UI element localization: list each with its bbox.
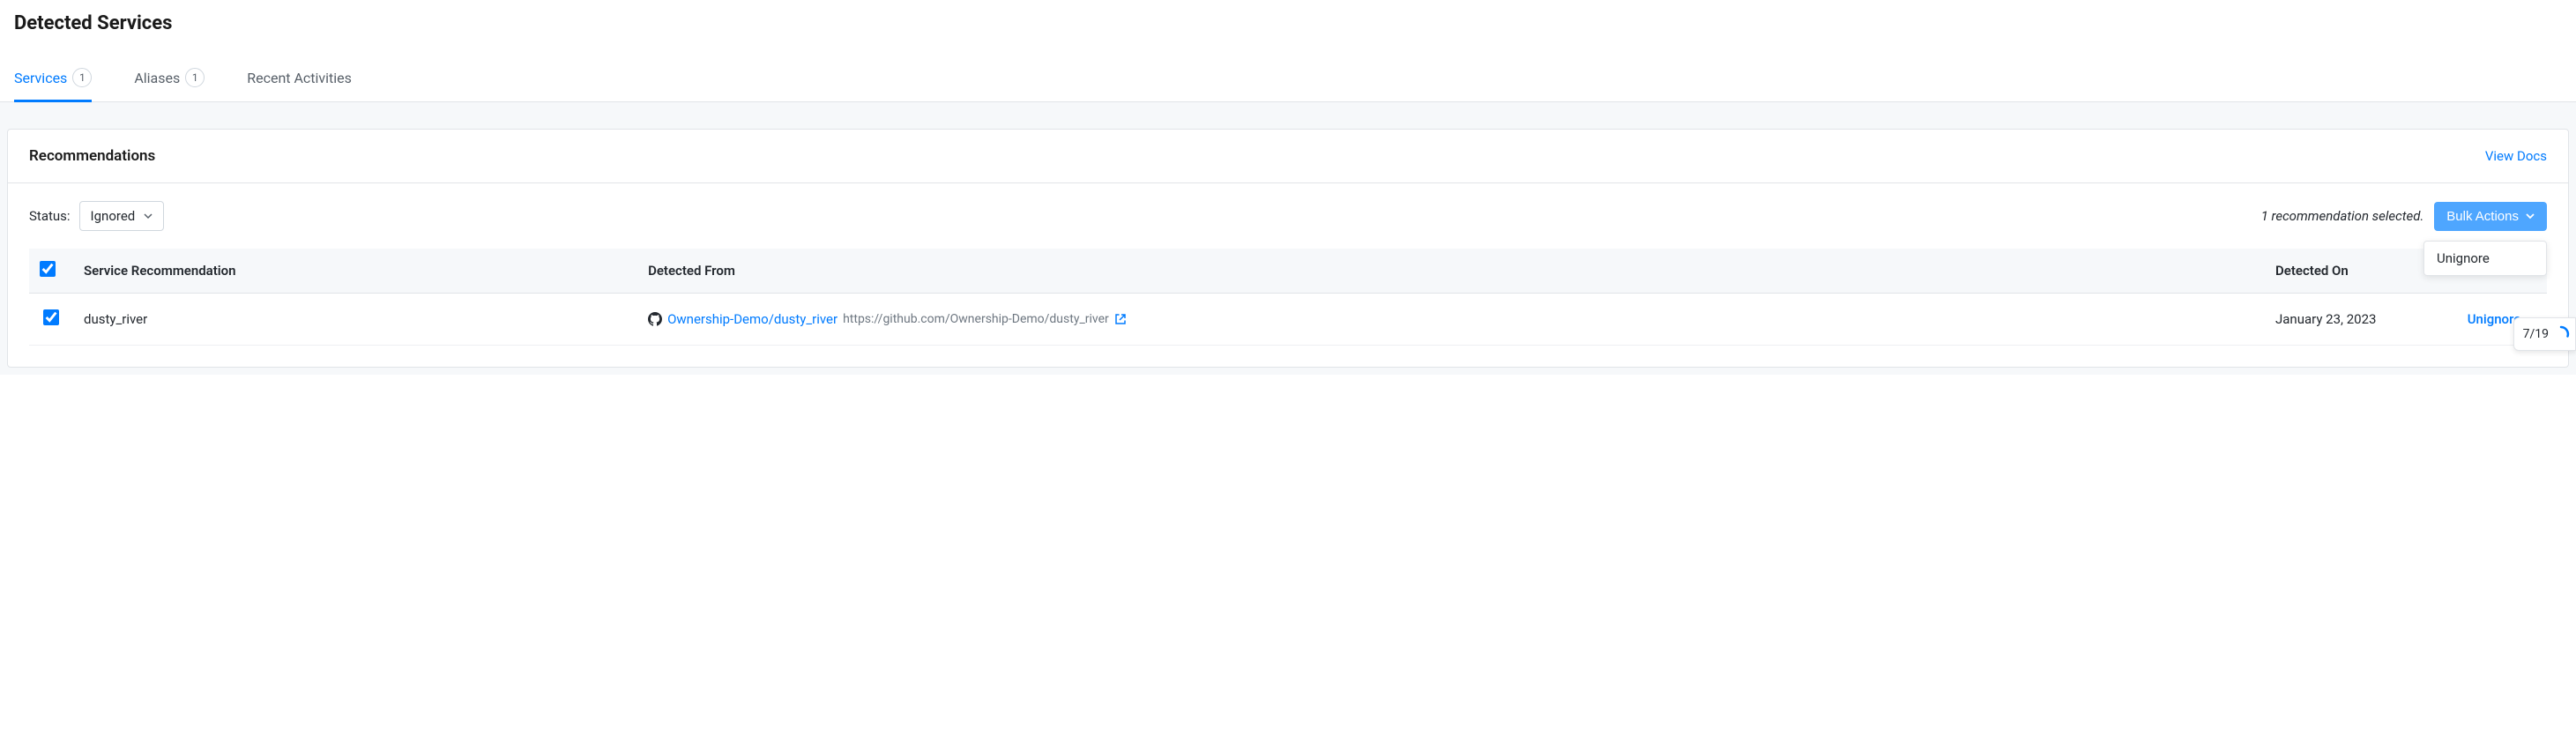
row-detected-on: January 23, 2023 xyxy=(2265,294,2441,346)
spinner-icon xyxy=(2552,325,2570,343)
header-detected-from: Detected From xyxy=(637,249,2265,294)
header-checkbox-cell xyxy=(29,249,73,294)
tab-recent-label: Recent Activities xyxy=(247,70,352,86)
chevron-down-icon xyxy=(2526,212,2535,220)
status-value: Ignored xyxy=(91,208,136,224)
tab-services-count: 1 xyxy=(72,68,92,87)
table-wrap: Service Recommendation Detected From Det… xyxy=(8,249,2568,367)
selection-count-text: 1 recommendation selected. xyxy=(2261,208,2424,224)
bulk-actions-label: Bulk Actions xyxy=(2446,209,2519,224)
status-label: Status: xyxy=(29,208,71,224)
status-filter: Status: Ignored xyxy=(29,201,164,231)
tab-aliases[interactable]: Aliases 1 xyxy=(134,56,205,102)
table-row: dusty_river Ownership-Demo/dusty_river h… xyxy=(29,294,2547,346)
repo-link[interactable]: Ownership-Demo/dusty_river xyxy=(667,311,838,327)
table-header-row: Service Recommendation Detected From Det… xyxy=(29,249,2547,294)
tab-services[interactable]: Services 1 xyxy=(14,56,92,102)
page-title: Detected Services xyxy=(14,12,2562,34)
header-service: Service Recommendation xyxy=(73,249,637,294)
panel-controls: Status: Ignored 1 recommendation selecte… xyxy=(8,183,2568,249)
bulk-actions-menu: Unignore xyxy=(2423,241,2547,276)
bulk-action-unignore[interactable]: Unignore xyxy=(2424,242,2546,275)
panel-header: Recommendations View Docs xyxy=(8,130,2568,183)
chevron-down-icon xyxy=(144,212,153,220)
bulk-actions-button[interactable]: Bulk Actions xyxy=(2434,202,2547,231)
row-detected-from: Ownership-Demo/dusty_river https://githu… xyxy=(637,294,2265,346)
github-icon xyxy=(648,312,662,326)
page-header: Detected Services xyxy=(0,0,2576,56)
tab-aliases-label: Aliases xyxy=(134,70,180,86)
row-service-name: dusty_river xyxy=(73,294,637,346)
recommendations-table: Service Recommendation Detected From Det… xyxy=(29,249,2547,346)
content-area: Recommendations View Docs Status: Ignore… xyxy=(0,102,2576,375)
select-all-checkbox[interactable] xyxy=(40,261,56,277)
status-select[interactable]: Ignored xyxy=(79,201,165,231)
progress-count: 7/19 xyxy=(2523,327,2549,341)
header-detected-on: Detected On xyxy=(2265,249,2441,294)
tabs-bar: Services 1 Aliases 1 Recent Activities xyxy=(0,56,2576,102)
repo-url: https://github.com/Ownership-Demo/dusty_… xyxy=(843,312,1109,326)
right-controls: 1 recommendation selected. Bulk Actions … xyxy=(2261,202,2547,231)
tab-recent-activities[interactable]: Recent Activities xyxy=(247,56,352,102)
panel-title: Recommendations xyxy=(29,147,155,165)
row-checkbox-cell xyxy=(29,294,73,346)
row-checkbox[interactable] xyxy=(43,309,59,325)
view-docs-link[interactable]: View Docs xyxy=(2485,148,2547,164)
floating-progress-badge[interactable]: 7/19 xyxy=(2513,317,2576,351)
external-link-icon[interactable] xyxy=(1114,313,1127,325)
recommendations-panel: Recommendations View Docs Status: Ignore… xyxy=(7,129,2569,368)
tab-services-label: Services xyxy=(14,70,67,86)
tab-aliases-count: 1 xyxy=(185,68,205,87)
